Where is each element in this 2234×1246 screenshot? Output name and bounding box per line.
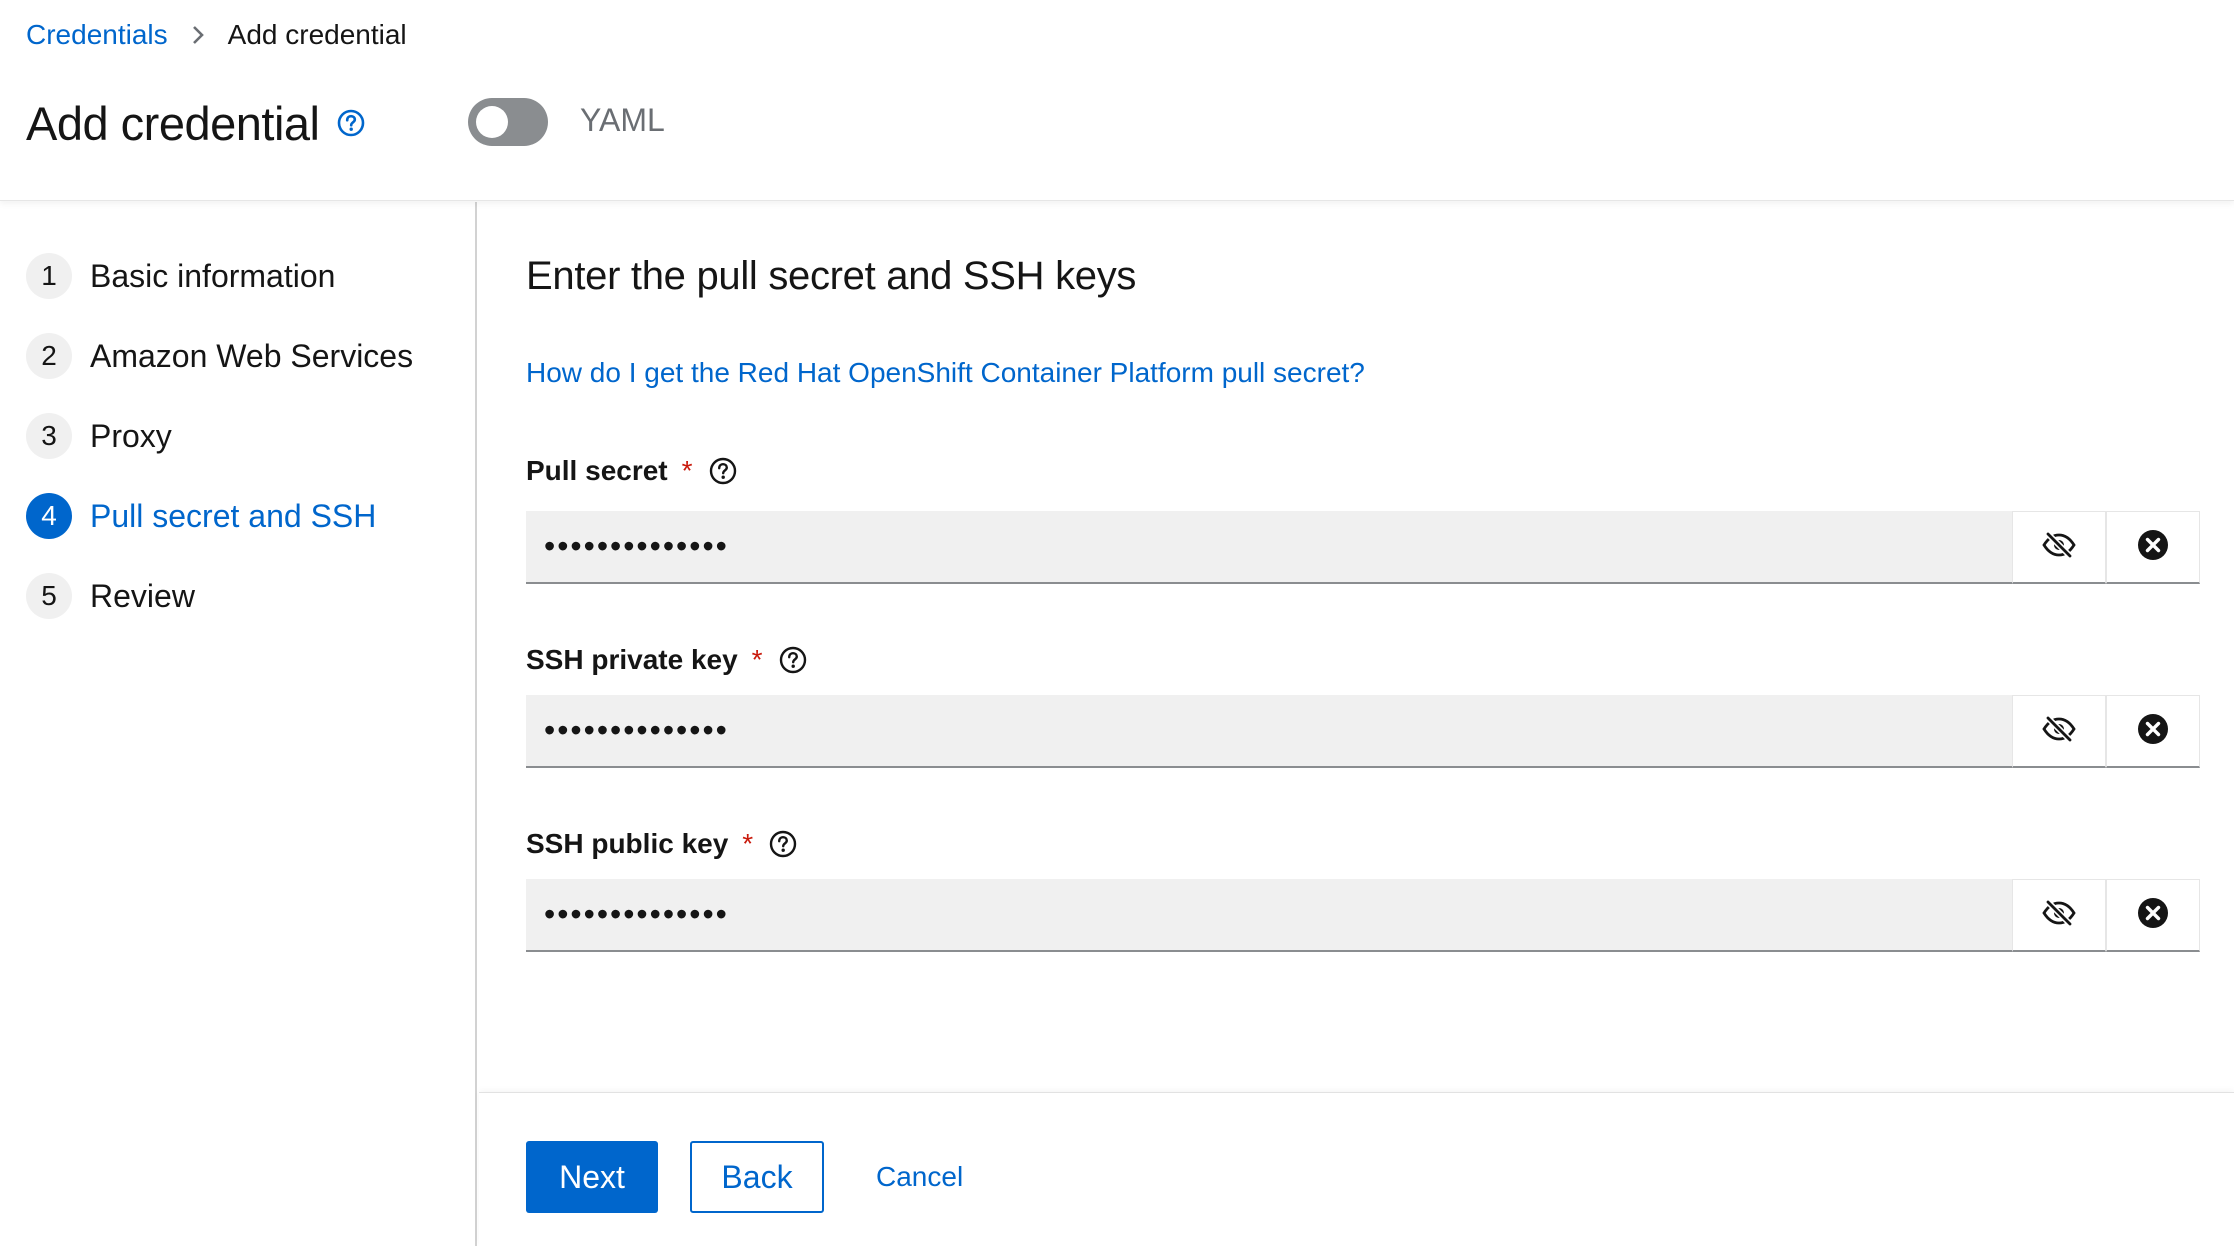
pull-secret-label-row: Pull secret *: [526, 451, 737, 491]
ssh-public-key-input-group: [526, 879, 2200, 952]
times-circle-icon: [2137, 897, 2169, 934]
step-label: Amazon Web Services: [90, 337, 414, 374]
ssh-private-key-label-row: SSH private key *: [526, 640, 807, 680]
eye-slash-icon: [2042, 715, 2076, 748]
section-title: Enter the pull secret and SSH keys: [526, 254, 1137, 298]
wizard-footer: Next Back Cancel: [479, 1092, 2234, 1246]
step-label: Review: [90, 577, 195, 614]
ssh-public-key-label: SSH public key: [526, 828, 729, 859]
step-label: Basic information: [90, 257, 336, 294]
wizard-step-pull-secret-and-ssh[interactable]: 4 Pull secret and SSH: [26, 491, 376, 541]
step-number: 2: [26, 333, 72, 379]
toggle-knob: [476, 106, 508, 138]
pull-secret-label: Pull secret: [526, 455, 668, 486]
clear-button[interactable]: [2106, 879, 2200, 952]
wizard-step-basic-information[interactable]: 1 Basic information: [26, 251, 335, 301]
cancel-button[interactable]: Cancel: [876, 1141, 963, 1213]
step-number: 5: [26, 573, 72, 619]
help-circle-icon[interactable]: [779, 646, 807, 674]
next-button[interactable]: Next: [526, 1141, 658, 1213]
back-button[interactable]: Back: [690, 1141, 824, 1213]
wizard-main: Enter the pull secret and SSH keys How d…: [479, 202, 2234, 1092]
pull-secret-input-group: [526, 511, 2200, 584]
input-fill: [1550, 879, 2012, 952]
clear-button[interactable]: [2106, 511, 2200, 584]
clear-button[interactable]: [2106, 695, 2200, 768]
pull-secret-help-link[interactable]: How do I get the Red Hat OpenShift Conta…: [526, 357, 1365, 389]
input-fill: [1550, 511, 2012, 584]
wizard-nav: 1 Basic information 2 Amazon Web Service…: [0, 202, 477, 1246]
times-circle-icon: [2137, 529, 2169, 566]
step-number: 3: [26, 413, 72, 459]
page-header: Credentials Add credential Add credentia…: [0, 0, 2234, 201]
ssh-private-key-input[interactable]: [526, 695, 1550, 768]
help-circle-icon[interactable]: [709, 457, 737, 485]
eye-slash-icon: [2042, 899, 2076, 932]
yaml-toggle[interactable]: [468, 98, 548, 146]
help-circle-icon[interactable]: [769, 830, 797, 858]
title-row: Add credential: [26, 88, 365, 158]
required-mark: *: [681, 455, 693, 486]
show-hide-button[interactable]: [2012, 879, 2106, 952]
step-label: Pull secret and SSH: [90, 497, 377, 534]
breadcrumb: Credentials Add credential: [26, 15, 407, 55]
show-hide-button[interactable]: [2012, 695, 2106, 768]
show-hide-button[interactable]: [2012, 511, 2106, 584]
help-circle-icon[interactable]: [337, 109, 365, 137]
wizard-step-proxy[interactable]: 3 Proxy: [26, 411, 172, 461]
input-fill: [1550, 695, 2012, 768]
breadcrumb-current: Add credential: [227, 19, 407, 50]
ssh-private-key-label: SSH private key: [526, 644, 738, 675]
wizard-step-review[interactable]: 5 Review: [26, 571, 195, 621]
yaml-toggle-label: YAML: [580, 102, 665, 138]
ssh-public-key-input[interactable]: [526, 879, 1550, 952]
wizard-step-amazon-web-services[interactable]: 2 Amazon Web Services: [26, 331, 413, 381]
required-mark: *: [751, 644, 763, 675]
step-label: Proxy: [90, 417, 172, 454]
pull-secret-input[interactable]: [526, 511, 1550, 584]
ssh-private-key-input-group: [526, 695, 2200, 768]
step-number: 4: [26, 493, 72, 539]
times-circle-icon: [2137, 713, 2169, 750]
page-title: Add credential: [26, 96, 320, 150]
step-number: 1: [26, 253, 72, 299]
required-mark: *: [742, 828, 754, 859]
ssh-public-key-label-row: SSH public key *: [526, 824, 797, 864]
breadcrumb-link-credentials[interactable]: Credentials: [26, 19, 168, 51]
eye-slash-icon: [2042, 531, 2076, 564]
chevron-right-icon: [168, 25, 228, 45]
